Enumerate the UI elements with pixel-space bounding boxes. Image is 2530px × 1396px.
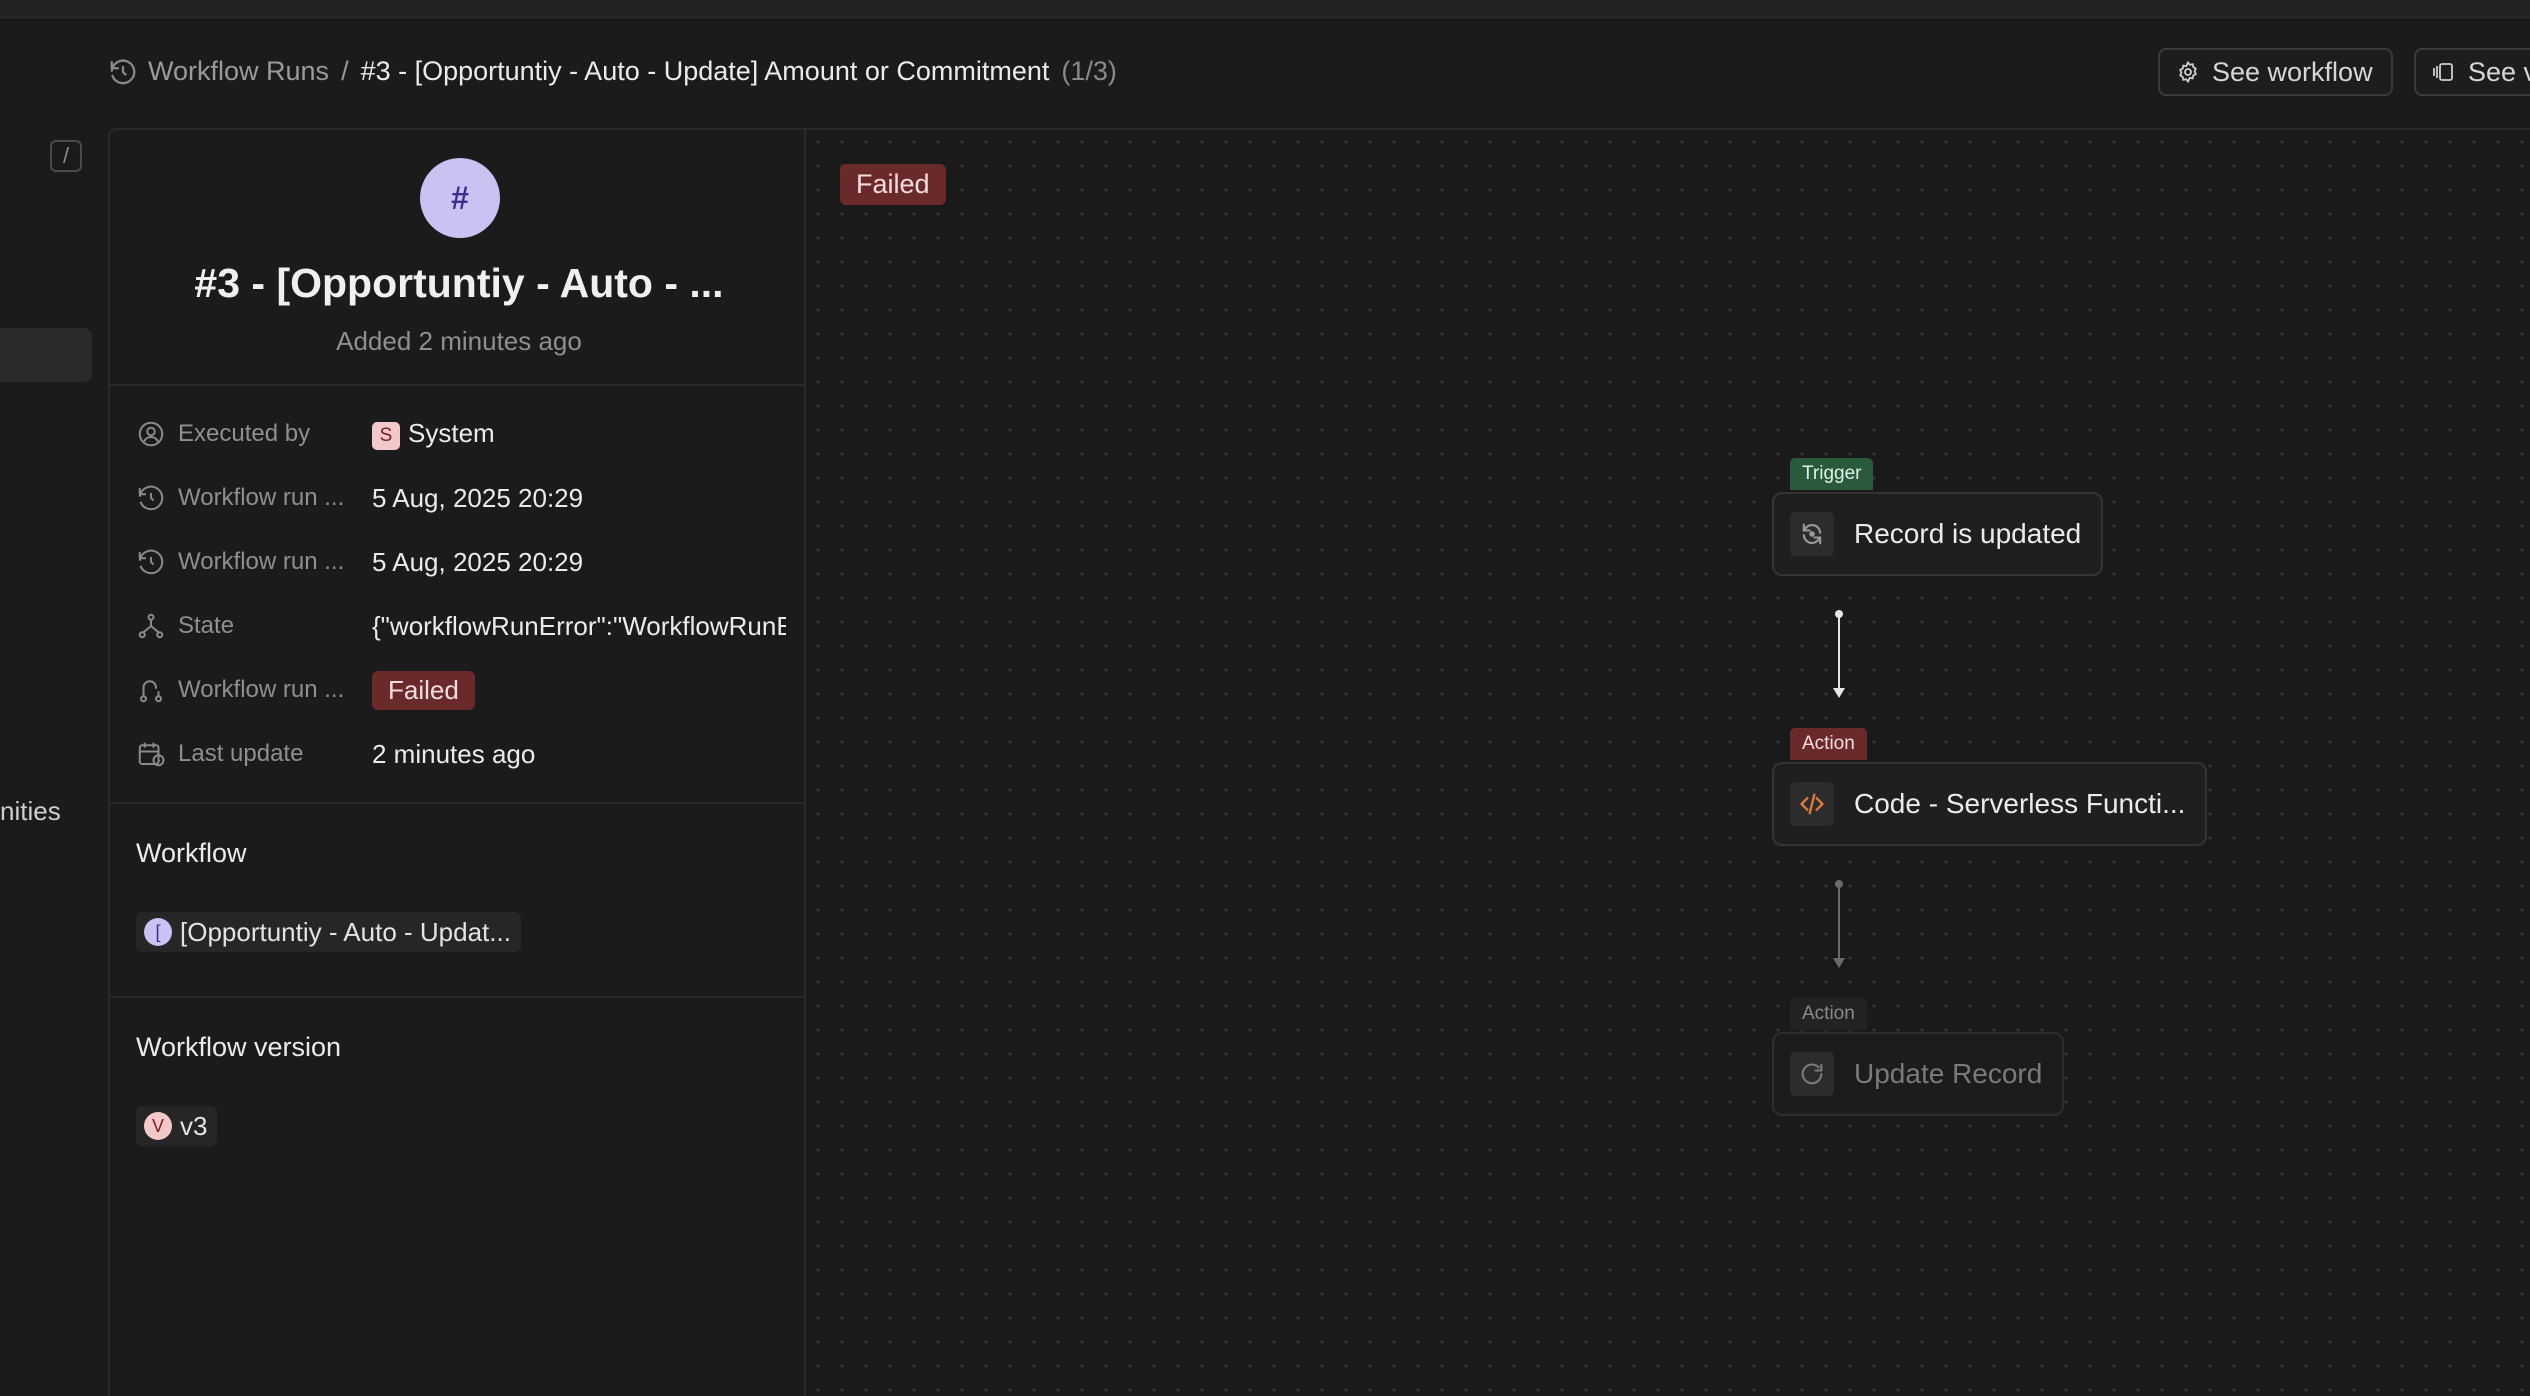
see-workflow-label: See workflow <box>2212 56 2373 87</box>
record-fields: Executed by S System Workflow run ... 5 A… <box>136 402 786 786</box>
versions-icon <box>2433 63 2453 81</box>
field-value: S System <box>372 418 786 450</box>
field-value: 5 Aug, 2025 20:29 <box>372 482 584 513</box>
history-icon <box>138 549 164 575</box>
workflow-run-page: / nities Workflow Runs / #3 - [Opportunt… <box>0 0 2530 1396</box>
workflow-version-section-title: Workflow version <box>136 1032 342 1062</box>
version-avatar: V <box>144 1112 172 1140</box>
sidebar-toggle-label: / <box>62 143 70 168</box>
field-workflow-run-ended[interactable]: Workflow run ... 5 Aug, 2025 20:29 <box>136 530 786 594</box>
workflow-relation-chip[interactable]: [ [Opportuntiy - Auto - Updat... <box>136 912 521 952</box>
workflow-node-update-record[interactable]: Update Record <box>1772 1032 2065 1116</box>
field-workflow-run-started[interactable]: Workflow run ... 5 Aug, 2025 20:29 <box>136 466 786 530</box>
field-executed-by[interactable]: Executed by S System <box>136 402 786 466</box>
record-title[interactable]: #3 - [Opportuntiy - Auto - ... <box>110 260 808 307</box>
status-badge: Failed <box>372 670 475 710</box>
field-label: Executed by <box>178 420 311 447</box>
field-value: 2 minutes ago <box>372 738 536 769</box>
workflow-node-trigger[interactable]: Record is updated <box>1772 492 2104 576</box>
divider <box>110 996 806 998</box>
field-value: {"workflowRunError":"WorkflowRunError <box>372 610 786 641</box>
field-workflow-run-status[interactable]: Workflow run ... Failed <box>136 658 786 722</box>
field-state[interactable]: State {"workflowRunError":"WorkflowRunEr… <box>136 594 786 658</box>
field-last-update[interactable]: Last update 2 minutes ago <box>136 722 786 786</box>
breadcrumb-current: #3 - [Opportuntiy - Auto - Update] Amoun… <box>360 56 1050 86</box>
field-label: Workflow run ... <box>178 484 345 511</box>
top-strip <box>0 0 2530 18</box>
workflow-avatar: [ <box>144 918 172 946</box>
node-label: Update Record <box>1854 1058 2043 1089</box>
sidebar-toggle-button[interactable]: / <box>50 140 82 172</box>
node-tag-trigger: Trigger <box>1790 458 1874 490</box>
field-value: Failed <box>372 670 786 710</box>
edge-code-to-update <box>1833 880 1845 968</box>
hierarchy-icon <box>138 613 164 639</box>
see-versions-label: See v <box>2468 56 2530 87</box>
field-label: Workflow run ... <box>178 676 345 703</box>
node-label: Code - Serverless Functi... <box>1854 788 2186 819</box>
history-icon <box>138 485 164 511</box>
workflow-chip-label: [Opportuntiy - Auto - Updat... <box>180 916 511 947</box>
record-created-subtitle: Added 2 minutes ago <box>336 326 582 356</box>
record-detail-panel: # #3 - [Opportuntiy - Auto - ... Added 2… <box>108 128 806 1396</box>
field-label: State <box>178 612 235 639</box>
collapsed-sidebar: / nities <box>0 18 108 1396</box>
sidebar-active-item[interactable] <box>0 328 92 382</box>
executed-by-value: System <box>408 418 495 449</box>
node-tag-action: Action <box>1790 728 1867 760</box>
code-icon <box>1790 782 1834 826</box>
page-header: Workflow Runs / #3 - [Opportuntiy - Auto… <box>108 18 2530 128</box>
calendar-clock-icon <box>138 742 165 767</box>
record-avatar: # <box>420 158 500 238</box>
history-icon <box>110 59 136 84</box>
field-label: Last update <box>178 740 304 767</box>
workflow-version-chip[interactable]: V v3 <box>136 1106 218 1146</box>
sidebar-item-opportunities[interactable]: nities <box>0 796 61 827</box>
workflow-node-code[interactable]: Code - Serverless Functi... <box>1772 762 2208 846</box>
breadcrumb-parent-link[interactable]: Workflow Runs <box>148 56 329 87</box>
gear-icon <box>2179 60 2197 84</box>
route-icon <box>140 680 162 703</box>
field-label: Workflow run ... <box>178 548 345 575</box>
refresh-dot-icon <box>1790 512 1834 556</box>
divider <box>110 802 806 804</box>
reload-icon <box>1790 1052 1834 1096</box>
see-versions-button[interactable]: See v <box>2414 48 2530 96</box>
breadcrumb-separator: / <box>341 56 349 86</box>
system-avatar: S <box>372 421 400 450</box>
workflow-edges <box>1833 610 1845 968</box>
workflow-section-title: Workflow <box>136 838 247 868</box>
see-workflow-button[interactable]: See workflow <box>2158 48 2393 96</box>
field-value: 5 Aug, 2025 20:29 <box>372 546 584 577</box>
edge-trigger-to-code <box>1833 610 1845 698</box>
breadcrumb: Workflow Runs / #3 - [Opportuntiy - Auto… <box>108 56 1117 87</box>
node-label: Record is updated <box>1854 518 2082 549</box>
node-tag-action: Action <box>1790 998 1867 1030</box>
workflow-diagram-canvas[interactable]: Failed Trigger Record is updated Action … <box>806 128 2530 1396</box>
user-circle-icon <box>138 421 164 447</box>
record-position-count: (1/3) <box>1061 56 1117 86</box>
version-chip-label: v3 <box>180 1110 208 1141</box>
divider <box>110 384 806 386</box>
